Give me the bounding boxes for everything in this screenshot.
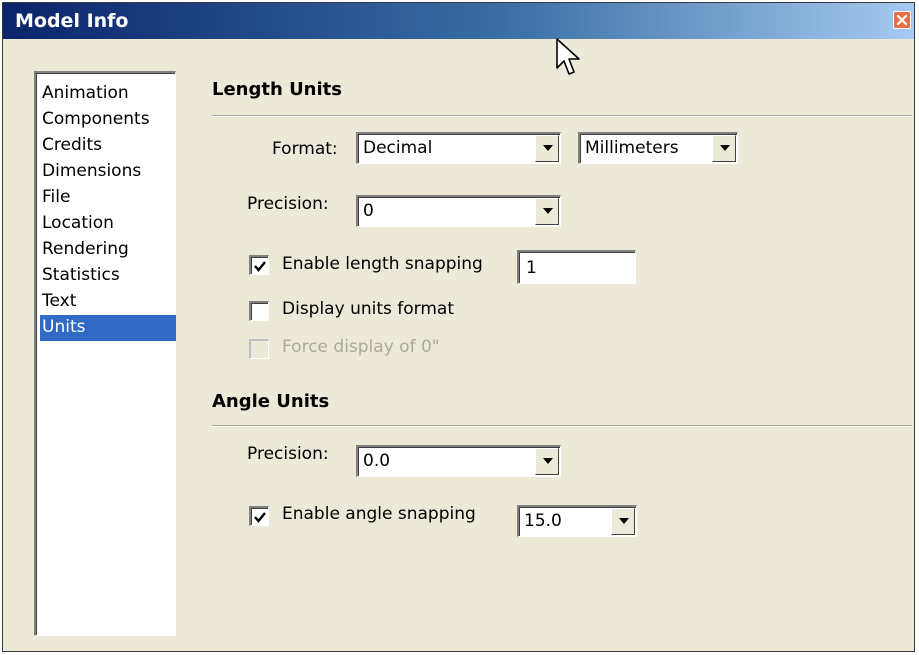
checkmark-icon xyxy=(254,512,266,523)
sidebar-item-components[interactable]: Components xyxy=(40,107,176,133)
sidebar-item-credits[interactable]: Credits xyxy=(40,133,176,159)
sidebar-item-text[interactable]: Text xyxy=(40,289,176,315)
chevron-down-icon xyxy=(543,208,553,214)
chevron-down-icon xyxy=(720,145,730,151)
angle-precision-value: 0.0 xyxy=(363,451,391,471)
length-precision-dropdown-button[interactable] xyxy=(535,198,559,225)
angle-precision-label: Precision: xyxy=(247,444,329,464)
length-precision-select[interactable]: 0 xyxy=(356,195,561,227)
format-select[interactable]: Decimal xyxy=(356,132,561,164)
angle-snapping-value: 15.0 xyxy=(524,511,562,531)
model-info-dialog: Model Info Animation Components Credits … xyxy=(2,2,915,652)
close-icon xyxy=(896,14,908,26)
sidebar-item-dimensions[interactable]: Dimensions xyxy=(40,159,176,185)
enable-length-snapping-label[interactable]: Enable length snapping xyxy=(282,254,483,274)
unit-dropdown-button[interactable] xyxy=(712,135,736,162)
force-display-checkbox xyxy=(249,339,269,359)
length-precision-label: Precision: xyxy=(247,194,329,214)
length-units-heading: Length Units xyxy=(212,79,342,100)
angle-precision-select[interactable]: 0.0 xyxy=(356,445,561,477)
angle-precision-dropdown-button[interactable] xyxy=(535,448,559,475)
format-dropdown-button[interactable] xyxy=(535,135,559,162)
title-bar[interactable]: Model Info xyxy=(3,3,914,39)
display-units-format-label[interactable]: Display units format xyxy=(282,299,454,319)
unit-select[interactable]: Millimeters xyxy=(578,132,738,164)
sidebar-item-units[interactable]: Units xyxy=(40,315,176,341)
checkmark-icon xyxy=(254,261,266,272)
angle-snapping-select[interactable]: 15.0 xyxy=(517,505,637,537)
display-units-format-checkbox[interactable] xyxy=(249,301,269,321)
category-list[interactable]: Animation Components Credits Dimensions … xyxy=(34,71,176,636)
close-button[interactable] xyxy=(893,11,911,29)
mouse-pointer-icon xyxy=(556,38,580,75)
chevron-down-icon xyxy=(619,518,629,524)
dialog-title: Model Info xyxy=(15,10,129,32)
sidebar-item-animation[interactable]: Animation xyxy=(40,81,176,107)
length-snapping-value: 1 xyxy=(526,258,537,278)
angle-units-divider xyxy=(212,425,912,427)
angle-units-heading: Angle Units xyxy=(212,391,330,412)
enable-length-snapping-checkbox[interactable] xyxy=(249,255,269,275)
sidebar-item-rendering[interactable]: Rendering xyxy=(40,237,176,263)
chevron-down-icon xyxy=(543,145,553,151)
length-units-divider xyxy=(212,115,912,117)
unit-select-value: Millimeters xyxy=(585,138,679,158)
sidebar-item-file[interactable]: File xyxy=(40,185,176,211)
format-label: Format: xyxy=(272,139,338,159)
force-display-label: Force display of 0" xyxy=(282,337,440,357)
sidebar-item-statistics[interactable]: Statistics xyxy=(40,263,176,289)
format-select-value: Decimal xyxy=(363,138,433,158)
enable-angle-snapping-label[interactable]: Enable angle snapping xyxy=(282,504,476,524)
chevron-down-icon xyxy=(543,458,553,464)
length-snapping-input[interactable]: 1 xyxy=(517,250,636,284)
sidebar-item-location[interactable]: Location xyxy=(40,211,176,237)
length-precision-value: 0 xyxy=(363,201,374,221)
enable-angle-snapping-checkbox[interactable] xyxy=(249,506,269,526)
angle-snapping-dropdown-button[interactable] xyxy=(611,508,635,535)
